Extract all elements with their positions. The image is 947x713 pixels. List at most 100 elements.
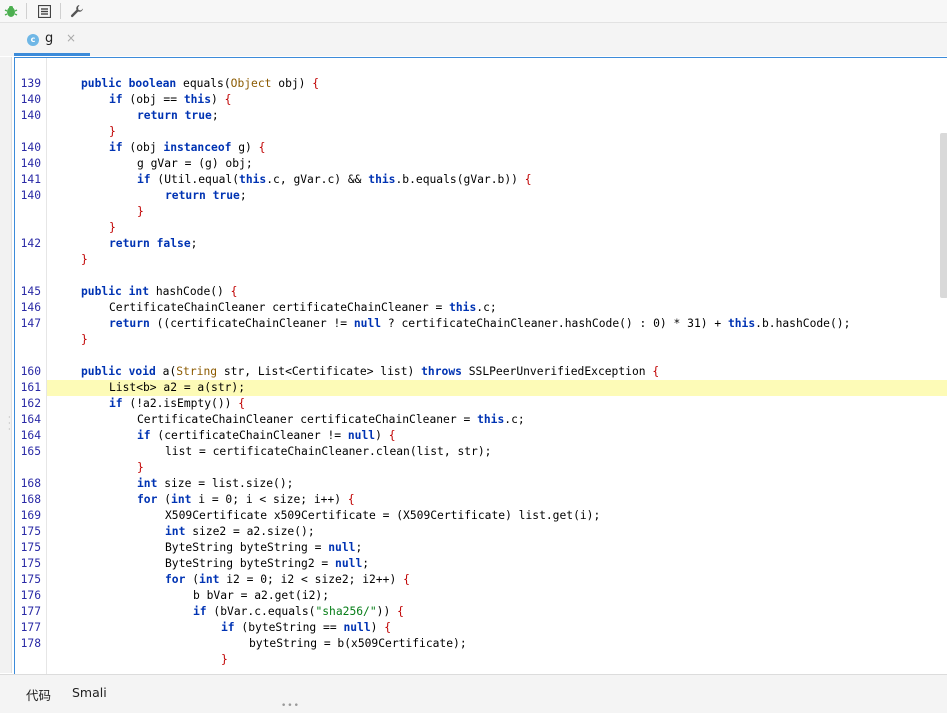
code-text[interactable]: ByteString byteString = null; — [47, 540, 947, 556]
line-number: 139 — [20, 77, 41, 90]
code-text[interactable]: if (byteString == null) { — [47, 620, 947, 636]
code-area[interactable]: 139 public boolean equals(Object obj) {14… — [15, 76, 947, 668]
code-line[interactable]: 178 byteString = b(x509Certificate); — [15, 636, 947, 652]
code-text[interactable]: public boolean equals(Object obj) { — [47, 76, 947, 92]
code-line[interactable]: 175 ByteString byteString2 = null; — [15, 556, 947, 572]
code-line[interactable]: 168 for (int i = 0; i < size; i++) { — [15, 492, 947, 508]
line-number: 160 — [20, 365, 41, 378]
editor-tabbar: c g × — [0, 23, 947, 56]
code-text[interactable]: X509Certificate x509Certificate = (X509C… — [47, 508, 947, 524]
code-line[interactable]: 140 g gVar = (g) obj; — [15, 156, 947, 172]
code-line[interactable]: } — [15, 460, 947, 476]
code-line[interactable]: 164 if (certificateChainCleaner != null) … — [15, 428, 947, 444]
line-number: 141 — [20, 173, 41, 186]
code-line[interactable]: 139 public boolean equals(Object obj) { — [15, 76, 947, 92]
tab-code[interactable]: 代码 — [26, 685, 51, 704]
code-line[interactable]: 175 for (int i2 = 0; i2 < size2; i2++) { — [15, 572, 947, 588]
code-text[interactable]: public int hashCode() { — [47, 284, 947, 300]
code-text[interactable]: byteString = b(x509Certificate); — [47, 636, 947, 652]
line-number: 162 — [20, 397, 41, 410]
code-line[interactable]: 140 return true; — [15, 188, 947, 204]
code-line[interactable]: 140 if (obj instanceof g) { — [15, 140, 947, 156]
code-text[interactable]: if (Util.equal(this.c, gVar.c) && this.b… — [47, 172, 947, 188]
code-text[interactable]: List<b> a2 = a(str); — [47, 380, 947, 396]
code-text[interactable]: } — [47, 252, 947, 268]
code-text[interactable]: if (!a2.isEmpty()) { — [47, 396, 947, 412]
code-line[interactable]: 145 public int hashCode() { — [15, 284, 947, 300]
code-text[interactable]: if (obj == this) { — [47, 92, 947, 108]
line-number: 177 — [20, 605, 41, 618]
line-number: 140 — [20, 189, 41, 202]
code-line[interactable]: 177 if (byteString == null) { — [15, 620, 947, 636]
drag-handle-icon[interactable]: · · · — [8, 414, 11, 434]
code-text[interactable]: } — [47, 204, 947, 220]
line-number: 140 — [20, 93, 41, 106]
code-editor[interactable]: 139 public boolean equals(Object obj) {14… — [14, 57, 947, 674]
line-number: 177 — [20, 621, 41, 634]
code-text[interactable]: public void a(String str, List<Certifica… — [47, 364, 947, 380]
code-text[interactable]: } — [47, 460, 947, 476]
code-line[interactable]: 141 if (Util.equal(this.c, gVar.c) && thi… — [15, 172, 947, 188]
code-text[interactable]: int size = list.size(); — [47, 476, 947, 492]
code-text[interactable]: } — [47, 332, 947, 348]
code-line[interactable]: 168 int size = list.size(); — [15, 476, 947, 492]
class-icon: c — [27, 34, 39, 46]
code-line[interactable]: 147 return ((certificateChainCleaner != n… — [15, 316, 947, 332]
code-line[interactable] — [15, 268, 947, 284]
code-text[interactable]: b bVar = a2.get(i2); — [47, 588, 947, 604]
code-line[interactable]: 176 b bVar = a2.get(i2); — [15, 588, 947, 604]
code-text[interactable]: for (int i = 0; i < size; i++) { — [47, 492, 947, 508]
line-number: 140 — [20, 141, 41, 154]
code-line[interactable]: 162 if (!a2.isEmpty()) { — [15, 396, 947, 412]
code-line[interactable]: 177 if (bVar.c.equals("sha256/")) { — [15, 604, 947, 620]
code-text[interactable]: int size2 = a2.size(); — [47, 524, 947, 540]
code-text[interactable]: CertificateChainCleaner certificateChain… — [47, 412, 947, 428]
line-number: 168 — [20, 493, 41, 506]
drag-handle-icon[interactable]: ••• — [281, 701, 300, 711]
code-line[interactable]: 175 int size2 = a2.size(); — [15, 524, 947, 540]
line-number: 164 — [20, 429, 41, 442]
code-text[interactable]: return true; — [47, 188, 947, 204]
code-text[interactable]: } — [47, 652, 947, 668]
code-text[interactable]: if (bVar.c.equals("sha256/")) { — [47, 604, 947, 620]
line-number: 161 — [20, 381, 41, 394]
code-line[interactable]: } — [15, 124, 947, 140]
code-text[interactable]: return true; — [47, 108, 947, 124]
wrench-icon[interactable] — [66, 1, 88, 21]
code-text[interactable]: return false; — [47, 236, 947, 252]
code-line[interactable]: } — [15, 652, 947, 668]
code-text[interactable]: list = certificateChainCleaner.clean(lis… — [47, 444, 947, 460]
tab-smali[interactable]: Smali — [72, 685, 107, 700]
line-number: 178 — [20, 637, 41, 650]
code-line[interactable] — [15, 348, 947, 364]
code-line[interactable]: 164 CertificateChainCleaner certificateCh… — [15, 412, 947, 428]
code-line-current[interactable]: 161 List<b> a2 = a(str); — [15, 380, 947, 396]
code-line[interactable]: 142 return false; — [15, 236, 947, 252]
code-line[interactable]: } — [15, 332, 947, 348]
code-text[interactable]: ByteString byteString2 = null; — [47, 556, 947, 572]
code-line[interactable]: 140 if (obj == this) { — [15, 92, 947, 108]
bug-icon[interactable] — [0, 1, 22, 21]
code-line[interactable]: 160 public void a(String str, List<Certif… — [15, 364, 947, 380]
list-icon[interactable] — [33, 1, 55, 21]
code-text[interactable]: g gVar = (g) obj; — [47, 156, 947, 172]
code-text[interactable]: } — [47, 220, 947, 236]
code-text[interactable]: if (obj instanceof g) { — [47, 140, 947, 156]
close-icon[interactable]: × — [66, 31, 76, 45]
code-text[interactable]: } — [47, 124, 947, 140]
code-line[interactable]: } — [15, 204, 947, 220]
code-line[interactable]: 140 return true; — [15, 108, 947, 124]
line-number: 165 — [20, 445, 41, 458]
code-line[interactable]: } — [15, 252, 947, 268]
code-line[interactable]: 175 ByteString byteString = null; — [15, 540, 947, 556]
code-line[interactable]: 146 CertificateChainCleaner certificateCh… — [15, 300, 947, 316]
code-line[interactable]: } — [15, 220, 947, 236]
code-text[interactable]: CertificateChainCleaner certificateChain… — [47, 300, 947, 316]
code-line[interactable]: 169 X509Certificate x509Certificate = (X5… — [15, 508, 947, 524]
tab-g[interactable]: c g × — [14, 23, 90, 56]
code-text[interactable]: return ((certificateChainCleaner != null… — [47, 316, 947, 332]
code-text[interactable]: for (int i2 = 0; i2 < size2; i2++) { — [47, 572, 947, 588]
vertical-scrollbar[interactable] — [940, 133, 947, 298]
code-line[interactable]: 165 list = certificateChainCleaner.clean(… — [15, 444, 947, 460]
code-text[interactable]: if (certificateChainCleaner != null) { — [47, 428, 947, 444]
